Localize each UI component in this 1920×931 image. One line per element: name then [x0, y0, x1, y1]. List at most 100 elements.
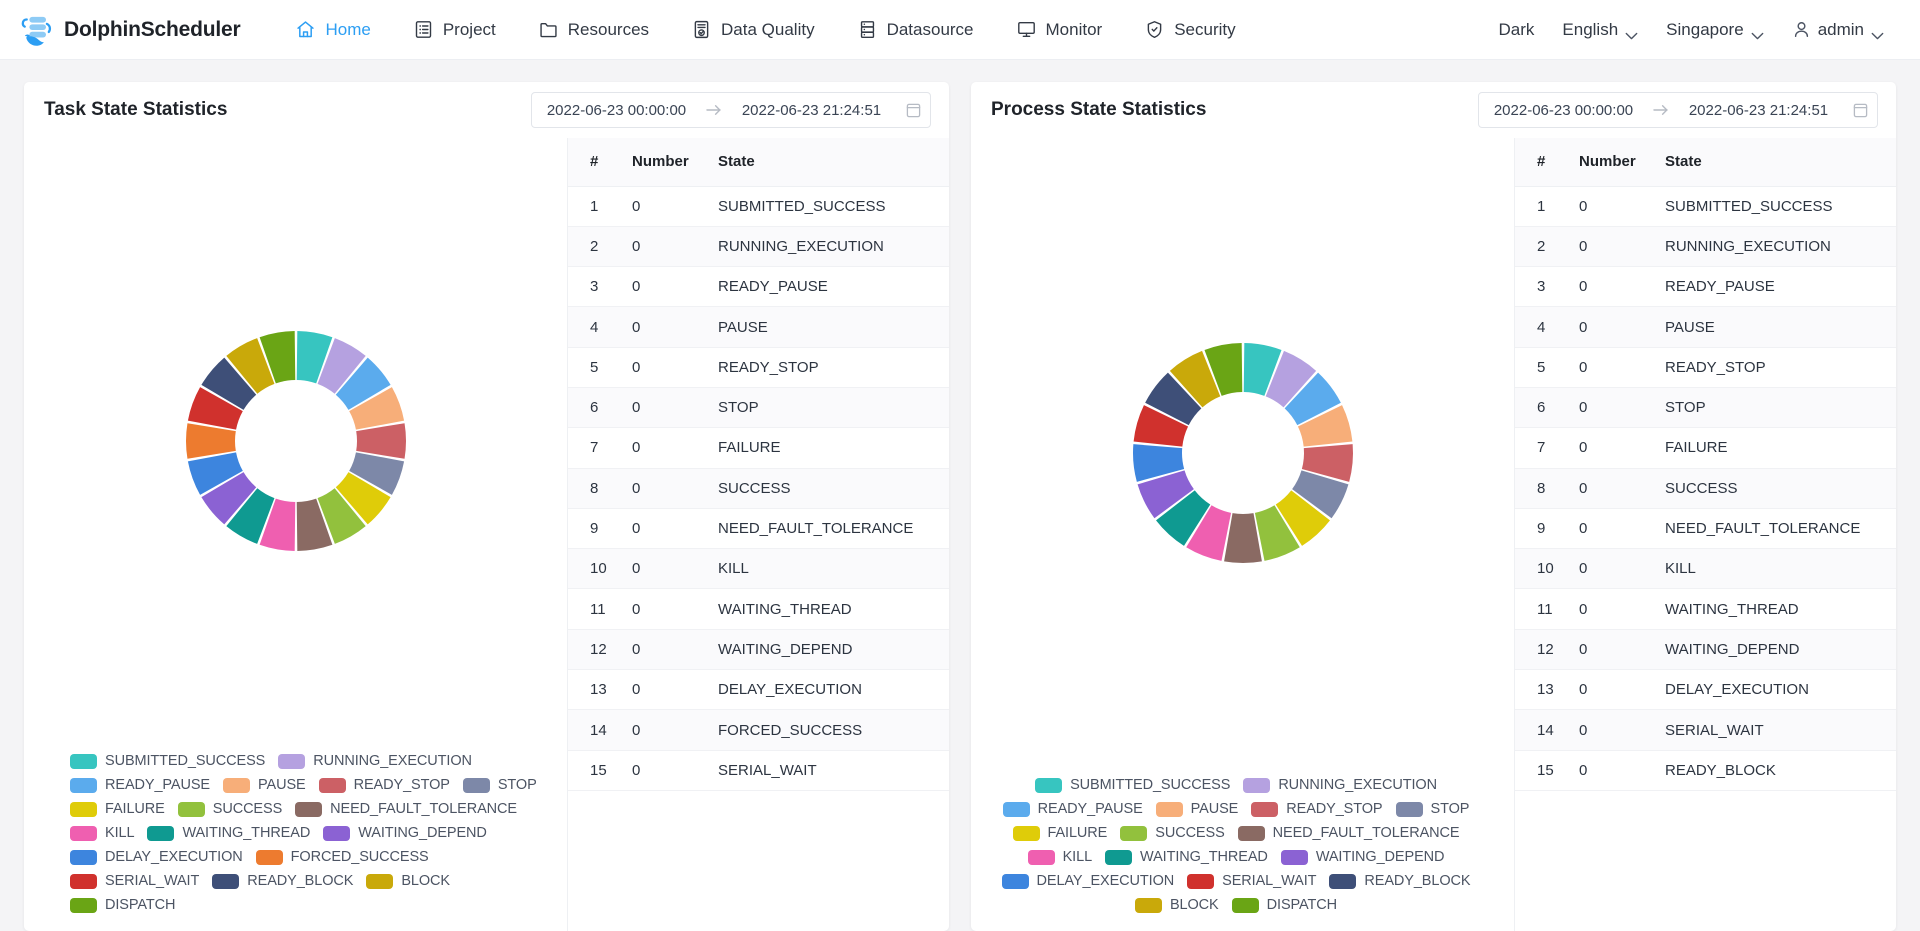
table-row[interactable]: 40PAUSE	[568, 307, 949, 347]
legend-item[interactable]: WAITING_DEPEND	[323, 825, 487, 841]
date-range-end[interactable]: 2022-06-23 21:24:51	[727, 102, 896, 119]
legend-item[interactable]: WAITING_DEPEND	[1281, 849, 1445, 865]
legend-item[interactable]: SERIAL_WAIT	[1187, 873, 1316, 889]
table-row[interactable]: 140FORCED_SUCCESS	[568, 710, 949, 750]
legend-item[interactable]: READY_BLOCK	[212, 873, 353, 889]
donut-chart[interactable]	[1127, 337, 1359, 569]
legend-swatch	[1396, 802, 1423, 817]
date-range-end[interactable]: 2022-06-23 21:24:51	[1674, 102, 1843, 119]
donut-slice[interactable]	[186, 423, 236, 459]
brand-logo-area[interactable]: DolphinScheduler	[18, 9, 240, 51]
date-range-start[interactable]: 2022-06-23 00:00:00	[532, 102, 701, 119]
table-row[interactable]: 80SUCCESS	[568, 468, 949, 508]
legend-item[interactable]: SUCCESS	[178, 801, 282, 817]
table-row[interactable]: 130DELAY_EXECUTION	[1515, 670, 1896, 710]
legend-item[interactable]: READY_PAUSE	[70, 777, 210, 793]
table-row[interactable]: 70FAILURE	[1515, 428, 1896, 468]
table-row[interactable]: 50READY_STOP	[568, 347, 949, 387]
calendar-icon[interactable]	[896, 102, 930, 118]
legend-item[interactable]: WAITING_THREAD	[1105, 849, 1268, 865]
nav-item-home[interactable]: Home	[274, 0, 391, 60]
legend-item[interactable]: READY_PAUSE	[1003, 801, 1143, 817]
state-row-number: 0	[1579, 629, 1665, 669]
date-range-picker[interactable]: 2022-06-23 00:00:00 2022-06-23 21:24:51	[531, 92, 931, 128]
language-selector[interactable]: English	[1548, 20, 1652, 40]
legend-item[interactable]: READY_STOP	[319, 777, 450, 793]
legend-swatch	[70, 778, 97, 793]
donut-chart[interactable]	[180, 325, 412, 557]
nav-item-project[interactable]: Project	[392, 0, 517, 60]
legend-item[interactable]: READY_BLOCK	[1329, 873, 1470, 889]
theme-toggle[interactable]: Dark	[1485, 20, 1549, 40]
timezone-selector[interactable]: Singapore	[1652, 20, 1778, 40]
legend-item[interactable]: PAUSE	[223, 777, 306, 793]
legend-item[interactable]: FAILURE	[70, 801, 165, 817]
table-row[interactable]: 60STOP	[1515, 387, 1896, 427]
table-row[interactable]: 50READY_STOP	[1515, 347, 1896, 387]
nav-item-resources[interactable]: Resources	[517, 0, 670, 60]
legend-item[interactable]: KILL	[70, 825, 134, 841]
user-menu[interactable]: admin	[1778, 20, 1898, 40]
legend-item[interactable]: FAILURE	[1013, 825, 1108, 841]
table-row[interactable]: 30READY_PAUSE	[1515, 267, 1896, 307]
legend-item[interactable]: KILL	[1028, 849, 1092, 865]
table-row[interactable]: 80SUCCESS	[1515, 468, 1896, 508]
donut-slice[interactable]	[356, 423, 406, 459]
table-row[interactable]: 20RUNNING_EXECUTION	[568, 226, 949, 266]
state-row-number: 0	[632, 508, 718, 548]
legend-item[interactable]: DELAY_EXECUTION	[1002, 873, 1175, 889]
legend-item[interactable]: READY_STOP	[1251, 801, 1382, 817]
table-row[interactable]: 150READY_BLOCK	[1515, 750, 1896, 790]
legend-item[interactable]: SERIAL_WAIT	[70, 873, 199, 889]
legend-item[interactable]: DISPATCH	[1232, 897, 1337, 913]
table-row[interactable]: 20RUNNING_EXECUTION	[1515, 226, 1896, 266]
table-row[interactable]: 140SERIAL_WAIT	[1515, 710, 1896, 750]
table-row[interactable]: 150SERIAL_WAIT	[568, 750, 949, 790]
calendar-icon[interactable]	[1843, 102, 1877, 118]
donut-slice[interactable]	[1224, 513, 1262, 563]
legend-item[interactable]: DELAY_EXECUTION	[70, 849, 243, 865]
legend-item[interactable]: WAITING_THREAD	[147, 825, 310, 841]
legend-item[interactable]: NEED_FAULT_TOLERANCE	[295, 801, 517, 817]
legend-item[interactable]: SUBMITTED_SUCCESS	[1035, 777, 1230, 793]
legend-swatch	[319, 778, 346, 793]
legend-item[interactable]: PAUSE	[1156, 801, 1239, 817]
table-row[interactable]: 100KILL	[568, 549, 949, 589]
state-row-state: FAILURE	[718, 428, 949, 468]
table-row[interactable]: 100KILL	[1515, 549, 1896, 589]
table-row[interactable]: 10SUBMITTED_SUCCESS	[568, 186, 949, 226]
legend-label: SUBMITTED_SUCCESS	[1070, 777, 1230, 793]
table-row[interactable]: 40PAUSE	[1515, 307, 1896, 347]
nav-item-monitor[interactable]: Monitor	[995, 0, 1124, 60]
legend-item[interactable]: STOP	[1396, 801, 1470, 817]
legend-item[interactable]: FORCED_SUCCESS	[256, 849, 429, 865]
table-row[interactable]: 30READY_PAUSE	[568, 267, 949, 307]
table-row[interactable]: 90NEED_FAULT_TOLERANCE	[568, 508, 949, 548]
state-table-pane[interactable]: # Number State 10SUBMITTED_SUCCESS20RUNN…	[567, 138, 949, 931]
date-range-picker[interactable]: 2022-06-23 00:00:00 2022-06-23 21:24:51	[1478, 92, 1878, 128]
legend-item[interactable]: RUNNING_EXECUTION	[1243, 777, 1437, 793]
legend-item[interactable]: DISPATCH	[70, 897, 175, 913]
table-row[interactable]: 120WAITING_DEPEND	[1515, 629, 1896, 669]
table-row[interactable]: 110WAITING_THREAD	[1515, 589, 1896, 629]
legend-item[interactable]: RUNNING_EXECUTION	[278, 753, 472, 769]
table-row[interactable]: 70FAILURE	[568, 428, 949, 468]
date-range-start[interactable]: 2022-06-23 00:00:00	[1479, 102, 1648, 119]
table-row[interactable]: 10SUBMITTED_SUCCESS	[1515, 186, 1896, 226]
table-row[interactable]: 130DELAY_EXECUTION	[568, 670, 949, 710]
table-row[interactable]: 120WAITING_DEPEND	[568, 629, 949, 669]
table-row[interactable]: 60STOP	[568, 387, 949, 427]
nav-item-security[interactable]: Security	[1123, 0, 1256, 60]
legend-item[interactable]: NEED_FAULT_TOLERANCE	[1238, 825, 1460, 841]
table-row[interactable]: 90NEED_FAULT_TOLERANCE	[1515, 508, 1896, 548]
legend-item[interactable]: SUCCESS	[1120, 825, 1224, 841]
legend-item[interactable]: BLOCK	[1135, 897, 1219, 913]
state-row-number: 0	[632, 468, 718, 508]
legend-item[interactable]: SUBMITTED_SUCCESS	[70, 753, 265, 769]
table-row[interactable]: 110WAITING_THREAD	[568, 589, 949, 629]
legend-item[interactable]: BLOCK	[366, 873, 450, 889]
nav-item-data-quality[interactable]: Data Quality	[670, 0, 836, 60]
nav-item-datasource[interactable]: Datasource	[836, 0, 995, 60]
state-table-pane[interactable]: # Number State 10SUBMITTED_SUCCESS20RUNN…	[1514, 138, 1896, 931]
legend-item[interactable]: STOP	[463, 777, 537, 793]
